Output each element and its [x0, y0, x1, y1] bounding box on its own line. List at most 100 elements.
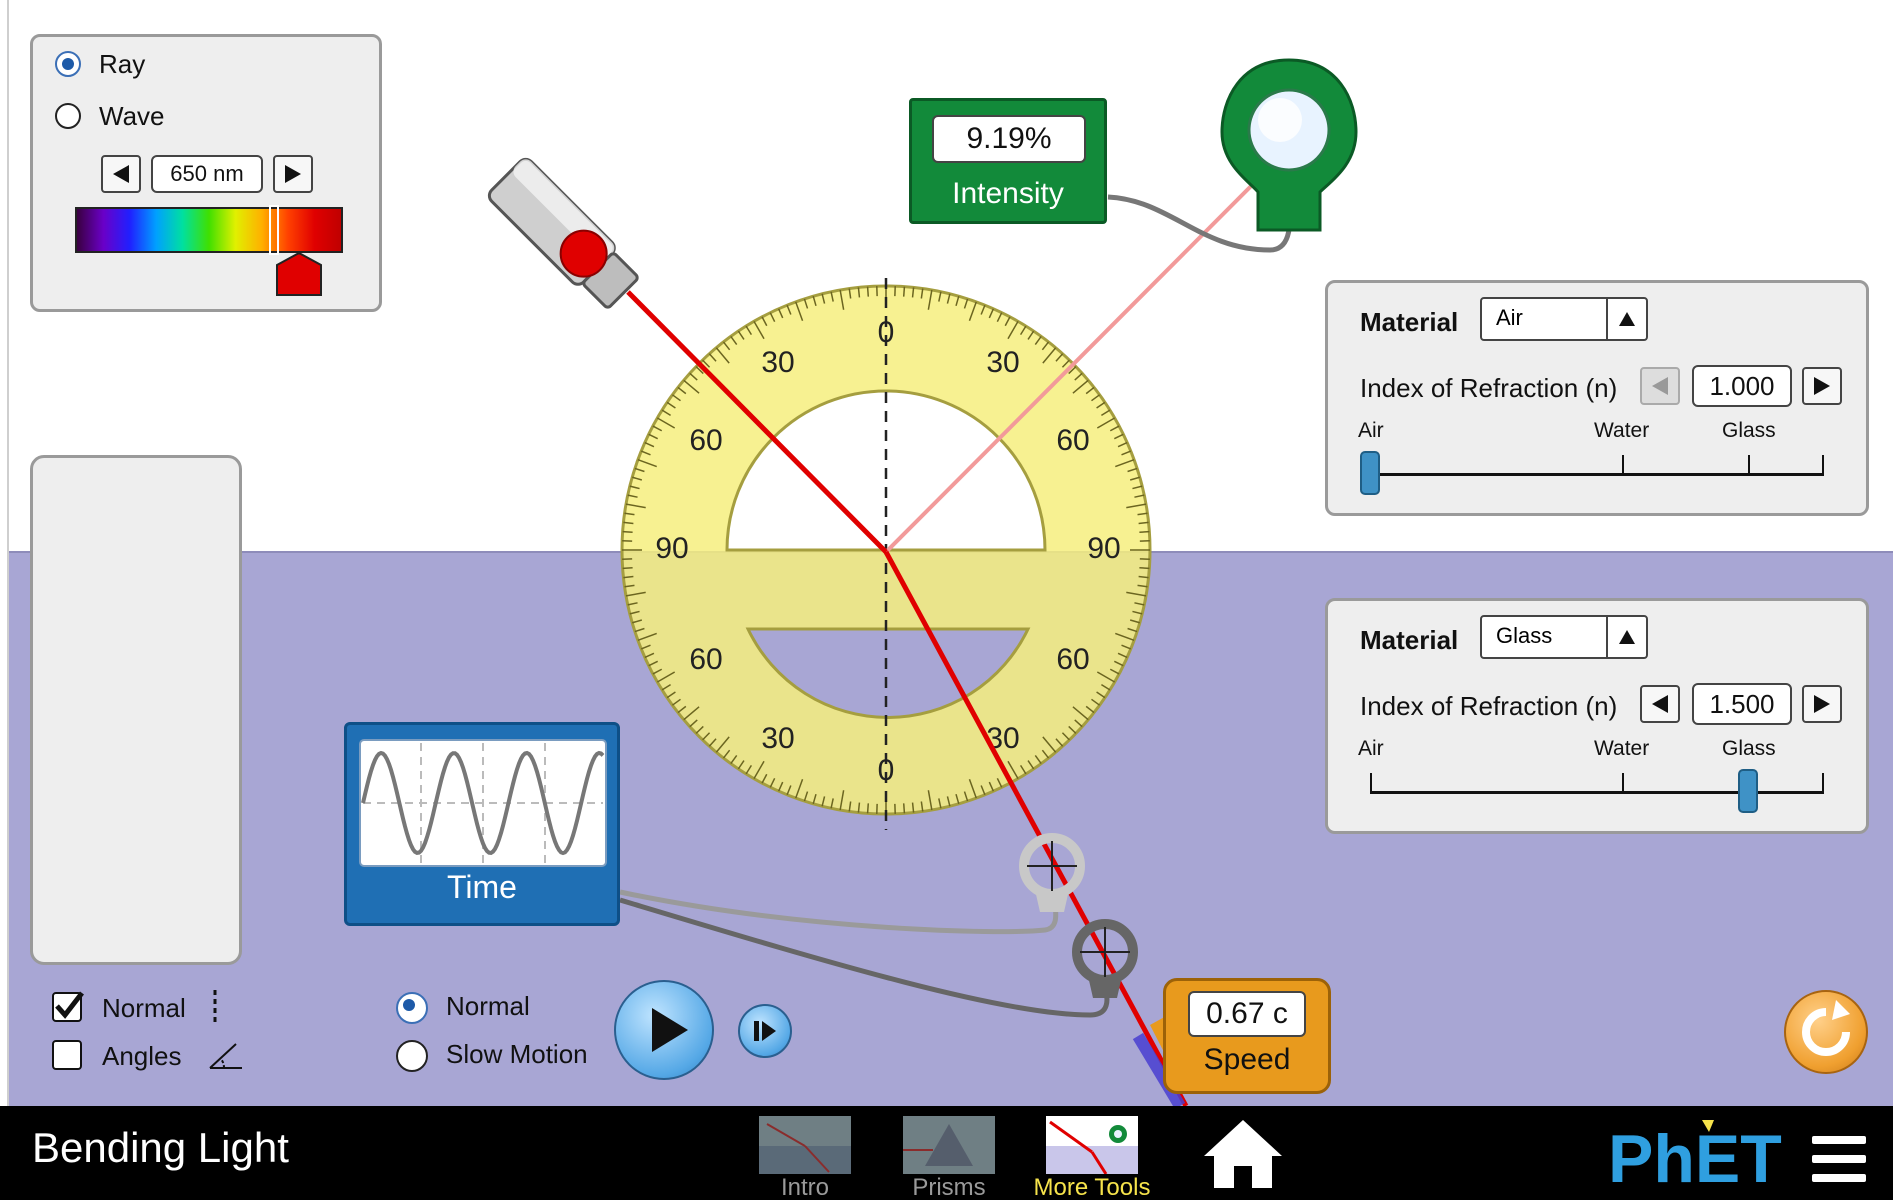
- svg-text:60: 60: [689, 424, 722, 457]
- triangle-left-icon: [111, 163, 131, 185]
- triangle-left-icon: [1650, 693, 1670, 715]
- top-slider-label-water: Water: [1594, 419, 1649, 443]
- triangle-right-icon: [283, 163, 303, 185]
- navigation-bar: Bending Light Intro Prisms More Tools: [0, 1106, 1893, 1200]
- intensity-meter[interactable]: 9.19% Intensity: [909, 98, 1107, 224]
- wavelength-decrease-button[interactable]: [101, 155, 141, 193]
- wavelength-value: 650 nm: [151, 155, 263, 193]
- intensity-sensor[interactable]: [1222, 60, 1356, 230]
- hamburger-icon: [1810, 1134, 1870, 1186]
- step-icon: [740, 1006, 790, 1056]
- top-material-select[interactable]: Air: [1480, 297, 1648, 341]
- phet-logo[interactable]: PhET: [1606, 1120, 1792, 1190]
- normal-line-icon: [210, 988, 222, 1028]
- svg-text:60: 60: [1056, 424, 1089, 457]
- prisms-screen-icon: [903, 1116, 995, 1174]
- triangle-right-icon: [1812, 375, 1832, 397]
- play-button[interactable]: [614, 980, 714, 1080]
- wavelength-marker-icon[interactable]: [275, 251, 323, 297]
- bottom-index-value: 1.500: [1692, 683, 1792, 725]
- top-index-increase-button[interactable]: [1802, 367, 1842, 405]
- bottom-index-label: Index of Refraction (n): [1360, 691, 1617, 722]
- triangle-left-icon: [1650, 375, 1670, 397]
- top-medium-panel: Material Air Index of Refraction (n) 1.0…: [1325, 280, 1869, 516]
- top-index-decrease-button[interactable]: [1640, 367, 1680, 405]
- nav-prisms-label: Prisms: [896, 1174, 1002, 1202]
- phet-logo-text: PhET: [1608, 1121, 1782, 1190]
- time-label: Time: [347, 869, 617, 906]
- app-title: Bending Light: [32, 1124, 289, 1172]
- speed-label: Speed: [1166, 1043, 1328, 1077]
- ray-radio[interactable]: [55, 51, 81, 77]
- phet-logo-icon: PhET: [1606, 1120, 1792, 1190]
- intro-screen-icon: [759, 1116, 851, 1174]
- slow-motion-label: Slow Motion: [446, 1039, 588, 1070]
- triangle-up-icon: [1606, 617, 1646, 657]
- top-index-slider-track[interactable]: [1370, 473, 1824, 476]
- speed-meter[interactable]: 0.67 c Speed: [1163, 978, 1331, 1094]
- laser-pointer[interactable]: [486, 156, 643, 313]
- bottom-index-decrease-button[interactable]: [1640, 685, 1680, 723]
- normal-speed-label: Normal: [446, 991, 530, 1022]
- bottom-medium-panel: Material Glass Index of Refraction (n) 1…: [1325, 598, 1869, 834]
- menu-button[interactable]: [1810, 1134, 1870, 1186]
- checkmark-icon: [52, 988, 86, 1022]
- bottom-slider-label-air: Air: [1358, 737, 1384, 761]
- nav-more-tools[interactable]: More Tools: [1030, 1112, 1154, 1198]
- toolbox-panel: [30, 455, 242, 965]
- time-meter[interactable]: Time: [344, 722, 620, 926]
- bottom-index-slider-thumb[interactable]: [1738, 769, 1758, 813]
- top-slider-label-air: Air: [1358, 419, 1384, 443]
- wavelength-increase-button[interactable]: [273, 155, 313, 193]
- top-material-value: Air: [1496, 305, 1523, 331]
- normal-speed-radio[interactable]: [396, 992, 428, 1024]
- normal-checkbox[interactable]: [52, 992, 82, 1022]
- wave-radio[interactable]: [55, 103, 81, 129]
- play-icon: [616, 982, 712, 1078]
- bottom-slider-label-water: Water: [1594, 737, 1649, 761]
- svg-text:60: 60: [1056, 643, 1089, 676]
- nav-more-tools-label: More Tools: [1030, 1174, 1154, 1202]
- top-slider-label-glass: Glass: [1722, 419, 1776, 443]
- svg-text:30: 30: [761, 722, 794, 755]
- intensity-value: 9.19%: [932, 115, 1086, 163]
- time-graph: [359, 739, 607, 867]
- svg-text:30: 30: [761, 346, 794, 379]
- light-mode-panel: Ray Wave 650 nm: [30, 34, 382, 312]
- normal-checkbox-label: Normal: [102, 993, 186, 1024]
- top-material-label: Material: [1360, 307, 1458, 338]
- home-icon: [1200, 1114, 1286, 1194]
- angle-icon: [206, 1038, 246, 1072]
- step-button[interactable]: [738, 1004, 792, 1058]
- bottom-material-select[interactable]: Glass: [1480, 615, 1648, 659]
- more-tools-screen-icon: [1046, 1116, 1138, 1174]
- top-index-value: 1.000: [1692, 365, 1792, 407]
- home-button[interactable]: [1200, 1114, 1286, 1194]
- nav-intro-label: Intro: [752, 1174, 858, 1202]
- top-index-slider-thumb[interactable]: [1360, 451, 1380, 495]
- ray-label: Ray: [99, 49, 145, 80]
- speed-value: 0.67 c: [1188, 991, 1306, 1037]
- wave-label: Wave: [99, 101, 165, 132]
- reset-icon: [1786, 992, 1866, 1072]
- svg-text:30: 30: [986, 346, 1019, 379]
- nav-intro[interactable]: Intro: [752, 1112, 858, 1198]
- bottom-material-label: Material: [1360, 625, 1458, 656]
- triangle-up-icon: [1606, 299, 1646, 339]
- angles-checkbox-label: Angles: [102, 1041, 182, 1072]
- intensity-label: Intensity: [912, 177, 1104, 211]
- svg-text:90: 90: [655, 532, 688, 565]
- slow-motion-radio[interactable]: [396, 1040, 428, 1072]
- reset-all-button[interactable]: [1784, 990, 1868, 1074]
- bottom-material-value: Glass: [1496, 623, 1552, 649]
- angles-checkbox[interactable]: [52, 1040, 82, 1070]
- top-index-label: Index of Refraction (n): [1360, 373, 1617, 404]
- svg-text:90: 90: [1087, 532, 1120, 565]
- triangle-right-icon: [1812, 693, 1832, 715]
- svg-text:60: 60: [689, 643, 722, 676]
- bottom-slider-label-glass: Glass: [1722, 737, 1776, 761]
- bottom-index-increase-button[interactable]: [1802, 685, 1842, 723]
- nav-prisms[interactable]: Prisms: [896, 1112, 1002, 1198]
- wavelength-spectrum-slider[interactable]: [75, 207, 343, 253]
- wavelength-slider-thumb[interactable]: [269, 205, 279, 255]
